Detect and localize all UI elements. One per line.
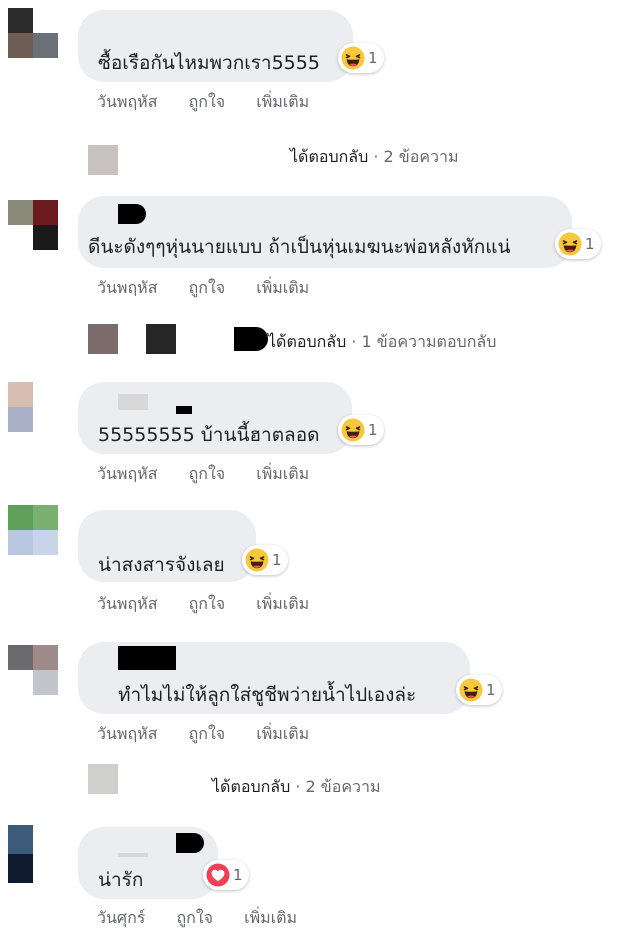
- reply-count: · 2 ข้อความ: [295, 777, 381, 796]
- comment-day: วันพฤหัส: [97, 278, 158, 297]
- like-link[interactable]: ถูกใจ: [189, 724, 226, 743]
- reaction-count: 1: [368, 421, 378, 439]
- like-link[interactable]: ถูกใจ: [189, 92, 226, 111]
- reaction-badge[interactable]: 1: [242, 545, 288, 575]
- comment-bubble: 55555555 บ้านนี้ฮาตลอด: [78, 382, 352, 454]
- comment-day: วันศุกร์: [97, 908, 146, 927]
- comment-bubble: ดีนะดังๆๆหุ่นนายแบบ ถ้าเป็นหุ่นเมฆนะพ่อห…: [78, 196, 572, 268]
- reply-avatar[interactable]: [88, 145, 118, 175]
- like-link[interactable]: ถูกใจ: [189, 464, 226, 483]
- reaction-badge[interactable]: 1: [203, 860, 249, 890]
- commenter-avatar[interactable]: [8, 382, 58, 432]
- redacted-name: [118, 853, 148, 857]
- like-link[interactable]: ถูกใจ: [176, 908, 213, 927]
- comment-actions: วันพฤหัส ถูกใจ เพิ่มเติม: [97, 722, 335, 747]
- reply-avatar[interactable]: [146, 324, 176, 354]
- reply-avatar[interactable]: [88, 764, 118, 794]
- comment-actions: วันพฤหัส ถูกใจ เพิ่มเติม: [97, 90, 335, 115]
- reply-summary[interactable]: ได้ตอบกลับ · 2 ข้อความ: [212, 775, 381, 800]
- redacted-name: [176, 406, 192, 414]
- comment-text: ซื้อเรือกันไหมพวกเรา5555: [98, 52, 320, 74]
- comment-day: วันพฤหัส: [97, 92, 158, 111]
- reply-label: ได้ตอบกลับ: [290, 147, 369, 166]
- commenter-avatar[interactable]: [8, 645, 58, 695]
- reply-label: ได้ตอบกลับ: [268, 332, 347, 351]
- comment-bubble: น่าสงสารจังเลย: [78, 510, 256, 582]
- haha-icon: [558, 232, 582, 256]
- redacted-name: [118, 204, 146, 224]
- redacted-name: [118, 394, 148, 410]
- redacted-name: [118, 646, 176, 670]
- comment-bubble: น่ารัก: [78, 827, 218, 899]
- commenter-avatar[interactable]: [8, 825, 58, 883]
- comment-actions: วันศุกร์ ถูกใจ เพิ่มเติม: [97, 906, 323, 931]
- comment-text: น่ารัก: [98, 869, 144, 891]
- reaction-badge[interactable]: 1: [456, 675, 502, 705]
- comment-actions: วันพฤหัส ถูกใจ เพิ่มเติม: [97, 276, 335, 301]
- reaction-badge[interactable]: 1: [338, 415, 384, 445]
- haha-icon: [341, 418, 365, 442]
- reaction-badge[interactable]: 1: [555, 229, 601, 259]
- love-icon: [206, 863, 230, 887]
- comment-actions: วันพฤหัส ถูกใจ เพิ่มเติม: [97, 592, 335, 617]
- reply-count: · 2 ข้อความ: [373, 147, 459, 166]
- more-link[interactable]: เพิ่มเติม: [256, 724, 309, 743]
- comment-day: วันพฤหัส: [97, 594, 158, 613]
- reply-summary[interactable]: ได้ตอบกลับ · 2 ข้อความ: [290, 145, 459, 170]
- commenter-avatar[interactable]: [8, 505, 58, 555]
- reply-avatar[interactable]: [88, 324, 118, 354]
- commenter-avatar[interactable]: [8, 8, 58, 58]
- comment-day: วันพฤหัส: [97, 464, 158, 483]
- like-link[interactable]: ถูกใจ: [189, 594, 226, 613]
- reaction-count: 1: [368, 49, 378, 67]
- more-link[interactable]: เพิ่มเติม: [256, 464, 309, 483]
- haha-icon: [245, 548, 269, 572]
- reaction-count: 1: [272, 551, 282, 569]
- reply-label: ได้ตอบกลับ: [212, 777, 291, 796]
- comment-bubble: ทำไมไม่ให้ลูกใส่ชูชีพว่ายน้ำไปเองล่ะ: [78, 642, 470, 714]
- more-link[interactable]: เพิ่มเติม: [256, 92, 309, 111]
- more-link[interactable]: เพิ่มเติม: [256, 594, 309, 613]
- comment-actions: วันพฤหัส ถูกใจ เพิ่มเติม: [97, 462, 335, 487]
- reply-count: · 1 ข้อความตอบกลับ: [351, 332, 497, 351]
- redacted-name: [176, 833, 204, 853]
- comment-text: ทำไมไม่ให้ลูกใส่ชูชีพว่ายน้ำไปเองล่ะ: [118, 684, 417, 706]
- reaction-count: 1: [486, 681, 496, 699]
- reply-summary[interactable]: ได้ตอบกลับ · 1 ข้อความตอบกลับ: [268, 330, 496, 355]
- comment-text: 55555555 บ้านนี้ฮาตลอด: [98, 424, 320, 446]
- haha-icon: [341, 46, 365, 70]
- comment-day: วันพฤหัส: [97, 724, 158, 743]
- comment-text: ดีนะดังๆๆหุ่นนายแบบ ถ้าเป็นหุ่นเมฆนะพ่อห…: [88, 236, 511, 258]
- comment-bubble: ซื้อเรือกันไหมพวกเรา5555: [78, 10, 353, 82]
- commenter-avatar[interactable]: [8, 200, 58, 250]
- like-link[interactable]: ถูกใจ: [189, 278, 226, 297]
- haha-icon: [459, 678, 483, 702]
- reaction-count: 1: [233, 866, 243, 884]
- comment-text: น่าสงสารจังเลย: [98, 554, 225, 576]
- reaction-badge[interactable]: 1: [338, 43, 384, 73]
- reaction-count: 1: [585, 235, 595, 253]
- more-link[interactable]: เพิ่มเติม: [244, 908, 297, 927]
- redacted-name: [234, 327, 268, 351]
- more-link[interactable]: เพิ่มเติม: [256, 278, 309, 297]
